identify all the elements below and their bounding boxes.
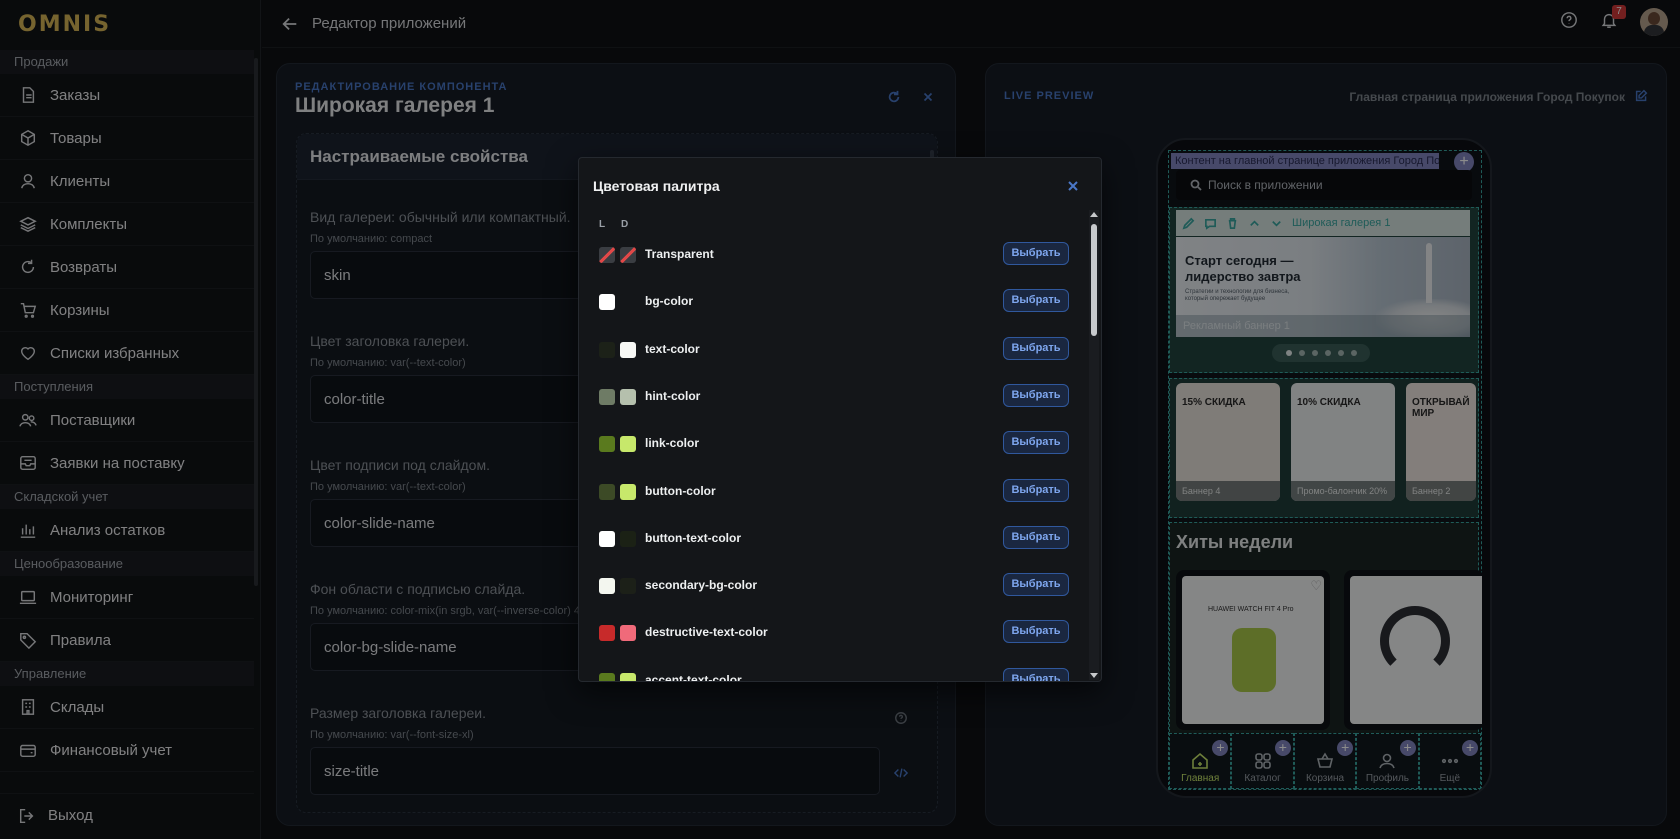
color-name: secondary-bg-color [645, 578, 758, 593]
palette-row: button-text-color Выбрать [579, 516, 1089, 563]
scroll-thumb[interactable] [1091, 224, 1097, 336]
color-name: text-color [645, 341, 700, 356]
swatch-light [599, 578, 615, 595]
palette-scrollbar[interactable] [1089, 210, 1099, 680]
select-color-button[interactable]: Выбрать [1003, 573, 1069, 597]
color-name: destructive-text-color [645, 625, 768, 640]
select-color-button[interactable]: Выбрать [1003, 478, 1069, 502]
select-color-button[interactable]: Выбрать [1003, 336, 1069, 360]
swatch-dark [620, 625, 636, 642]
palette-row: text-color Выбрать [579, 327, 1089, 374]
select-color-button[interactable]: Выбрать [1003, 383, 1069, 407]
color-name: hint-color [645, 388, 701, 403]
palette-row: Transparent Выбрать [579, 232, 1089, 279]
swatch-dark [620, 530, 636, 547]
swatch-light [599, 341, 615, 358]
color-name: button-text-color [645, 530, 741, 545]
palette-row: button-color Выбрать [579, 469, 1089, 516]
column-light: L [599, 219, 606, 230]
swatch-light [599, 672, 615, 681]
swatch-dark [620, 247, 636, 263]
swatch-dark [620, 294, 636, 311]
swatch-light [599, 530, 615, 547]
swatch-dark [620, 388, 636, 405]
swatch-light [599, 625, 615, 642]
palette-row: secondary-bg-color Выбрать [579, 563, 1089, 610]
palette-row: destructive-text-color Выбрать [579, 610, 1089, 657]
close-icon [1068, 181, 1078, 191]
select-color-button[interactable]: Выбрать [1003, 431, 1069, 455]
palette-list: Transparent Выбрать bg-color Выбрать text-co… [579, 232, 1089, 682]
select-color-button[interactable]: Выбрать [1003, 242, 1069, 265]
select-color-button[interactable]: Выбрать [1003, 525, 1069, 549]
color-name: Transparent [645, 247, 714, 261]
swatch-dark [620, 341, 636, 358]
palette-row: bg-color Выбрать [579, 279, 1089, 326]
swatch-dark [620, 436, 636, 453]
swatch-light [599, 436, 615, 453]
select-color-button[interactable]: Выбрать [1003, 289, 1069, 313]
color-name: accent-text-color [645, 672, 742, 682]
swatch-dark [620, 483, 636, 500]
color-name: link-color [645, 436, 700, 451]
swatch-light [599, 247, 615, 263]
close-modal-button[interactable] [1067, 179, 1079, 191]
swatch-dark [620, 578, 636, 595]
color-name: button-color [645, 483, 716, 498]
swatch-dark [620, 672, 636, 681]
palette-row: link-color Выбрать [579, 421, 1089, 468]
scroll-up-arrow[interactable] [1090, 212, 1098, 217]
palette-row: hint-color Выбрать [579, 374, 1089, 421]
swatch-light [599, 294, 615, 311]
swatch-light [599, 388, 615, 405]
color-name: bg-color [645, 294, 693, 309]
select-color-button[interactable]: Выбрать [1003, 620, 1069, 644]
column-dark: D [621, 219, 629, 230]
select-color-button[interactable]: Выбрать [1003, 667, 1069, 681]
modal-title: Цветовая палитра [593, 178, 720, 194]
palette-row: accent-text-color Выбрать [579, 658, 1089, 682]
color-palette-modal: Цветовая палитра L D Transparent Выбрать b… [578, 157, 1102, 682]
scroll-down-arrow[interactable] [1090, 673, 1098, 678]
swatch-light [599, 483, 615, 500]
